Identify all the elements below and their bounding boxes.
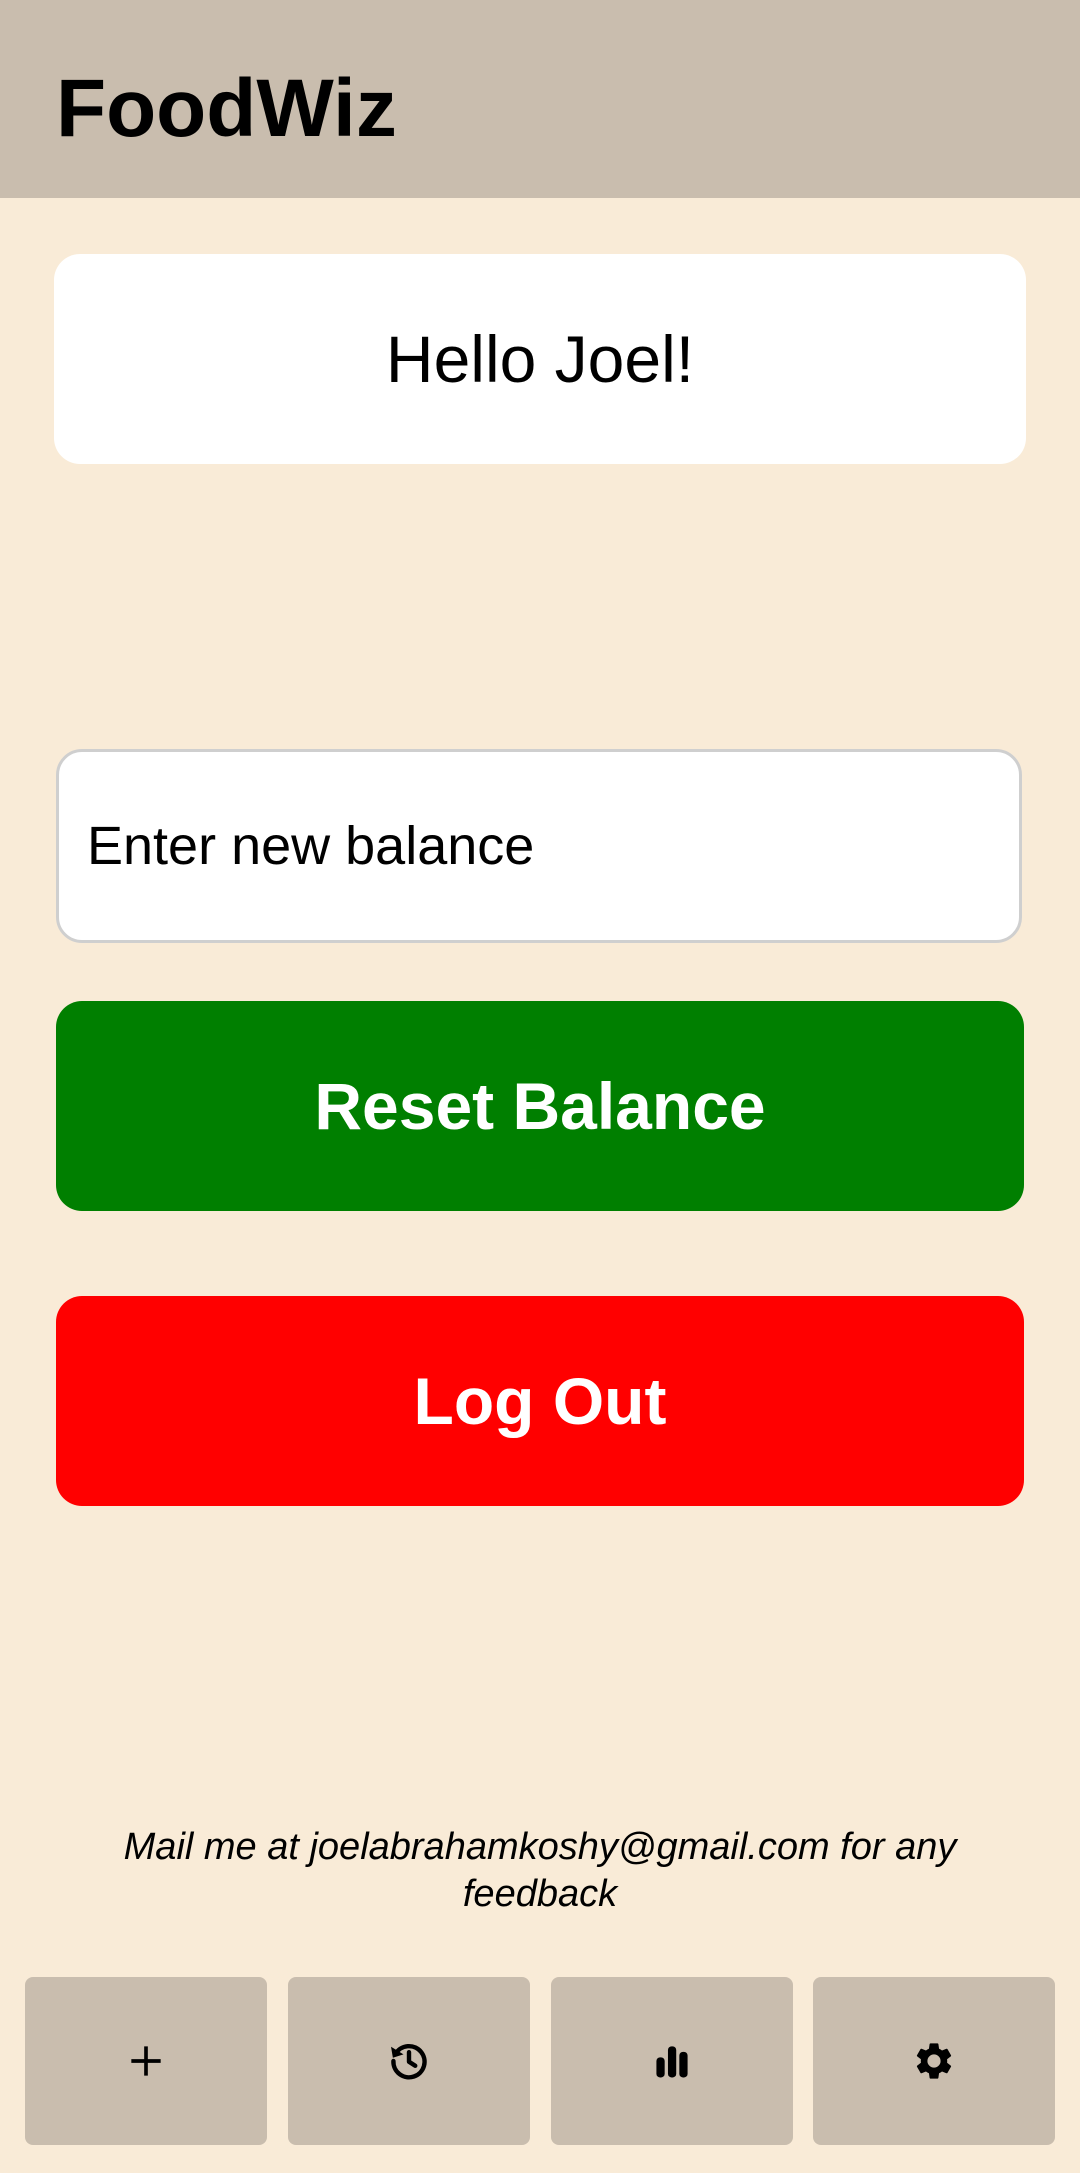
plus-icon — [131, 2046, 161, 2076]
nav-history-button[interactable] — [288, 1977, 530, 2145]
nav-stats-button[interactable] — [551, 1977, 793, 2145]
app-screen: FoodWiz Hello Joel! Reset Balance Log Ou… — [0, 0, 1080, 2173]
new-balance-input[interactable] — [56, 749, 1022, 943]
gear-icon — [916, 2043, 952, 2079]
greeting-text: Hello Joel! — [385, 322, 695, 396]
app-title: FoodWiz — [56, 63, 397, 154]
reset-balance-button[interactable]: Reset Balance — [56, 1001, 1024, 1211]
log-out-button[interactable]: Log Out — [56, 1296, 1024, 1506]
app-header: FoodWiz — [0, 0, 1080, 198]
feedback-text: Mail me at joelabrahamkoshy@gmail.com fo… — [123, 1826, 957, 1915]
nav-add-button[interactable] — [25, 1977, 267, 2145]
greeting-card: Hello Joel! — [54, 254, 1026, 464]
history-icon — [391, 2043, 427, 2080]
nav-settings-button[interactable] — [813, 1977, 1055, 2145]
bar-chart-icon — [656, 2046, 688, 2078]
